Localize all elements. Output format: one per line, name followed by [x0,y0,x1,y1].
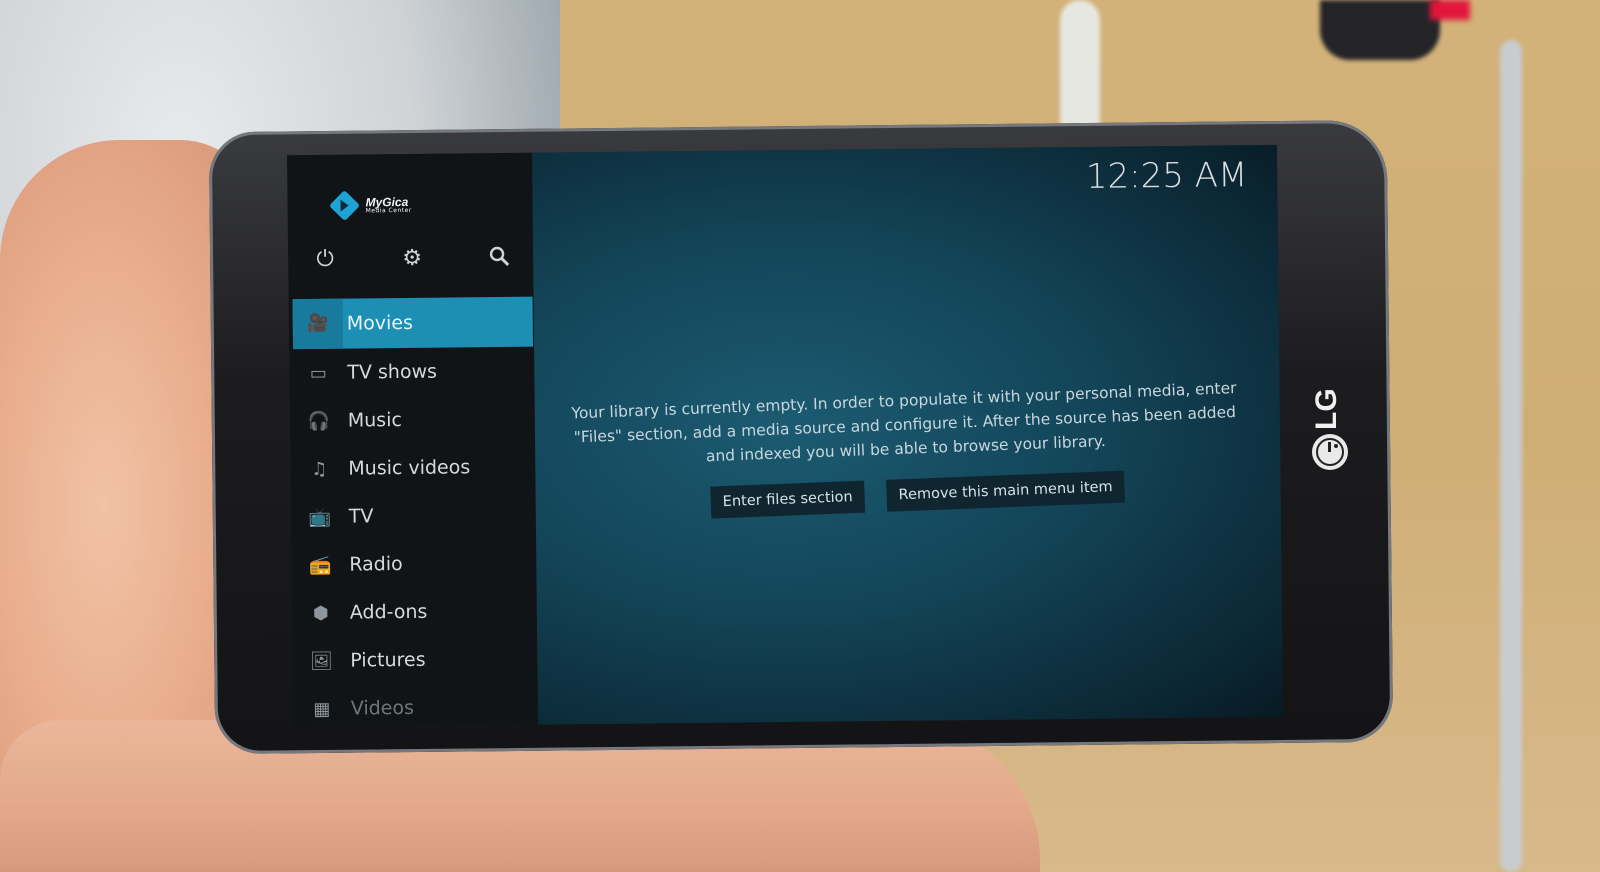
empty-library-message: Your library is currently empty. In orde… [571,378,1237,466]
background-remote [1320,0,1440,60]
movie-camera-icon: 🎥 [292,298,344,350]
menu-item-music-videos[interactable]: ♫ Music videos [294,443,534,494]
monitor-icon: ▭ [309,362,327,384]
action-buttons: Enter files section Remove this main men… [710,470,1126,519]
lg-face-icon [1312,434,1348,470]
menu-item-label: Add-ons [349,600,428,624]
addons-box-icon: ⬢ [312,602,329,624]
remove-main-menu-item-button[interactable]: Remove this main menu item [886,470,1126,512]
gear-icon[interactable]: ⚙ [399,246,425,272]
menu-item-label: Pictures [350,648,426,672]
menu-item-radio[interactable]: 📻 Radio [295,539,535,590]
top-icon-bar: ⏻ ⚙ [312,245,512,273]
menu-item-label: TV shows [347,360,438,384]
menu-item-label: Music videos [348,456,471,480]
menu-item-label: Movies [346,311,414,335]
menu-item-add-ons[interactable]: ⬢ Add-ons [296,587,536,638]
power-icon[interactable]: ⏻ [312,247,338,273]
menu-item-label: Radio [349,553,403,576]
picture-icon: 🖼 [309,650,333,672]
music-video-icon: ♫ [311,458,328,480]
menu-item-pictures[interactable]: 🖼 Pictures [296,635,536,686]
search-icon[interactable] [486,245,512,271]
device-logo: LG [1310,388,1343,430]
film-icon: ▦ [313,698,331,720]
menu-item-label: TV [348,505,374,528]
menu-item-videos[interactable]: ▦ Videos [297,683,537,728]
media-center-screen: MyGica Media Center ⏻ ⚙ 🎥 Movies ▭ TV sh… [287,144,1283,728]
background-remote-button [1430,0,1470,20]
headphones-icon: 🎧 [307,410,331,432]
tv-icon: 📺 [308,506,332,528]
main-menu: 🎥 Movies ▭ TV shows 🎧 Music ♫ Music vide… [292,296,538,728]
menu-item-label: Videos [350,696,415,720]
enter-files-section-button[interactable]: Enter files section [710,480,866,519]
menu-item-label: Music [347,409,402,432]
mygica-logo-icon [329,190,361,222]
background-cable [1060,0,1100,140]
background-cable [1500,40,1522,872]
radio-icon: 📻 [308,554,332,576]
menu-item-tv[interactable]: 📺 TV [295,491,535,542]
menu-item-music[interactable]: 🎧 Music [294,395,534,446]
clock: 12:25 AM [1085,155,1248,197]
brand-logo: MyGica Media Center [329,190,412,222]
sidebar: MyGica Media Center ⏻ ⚙ 🎥 Movies ▭ TV sh… [287,152,539,728]
menu-item-movies[interactable]: 🎥 Movies [292,296,534,350]
brand-subtitle: Media Center [365,206,412,215]
menu-item-tv-shows[interactable]: ▭ TV shows [293,347,533,398]
